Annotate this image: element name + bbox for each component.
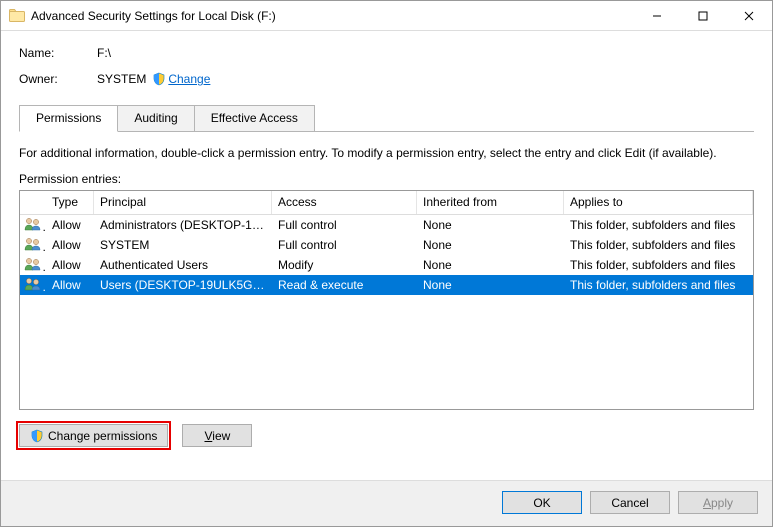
cell-principal: SYSTEM [94,238,272,252]
titlebar: Advanced Security Settings for Local Dis… [1,1,772,31]
view-button[interactable]: View [182,424,252,447]
cell-applies: This folder, subfolders and files [564,278,753,292]
cell-type: Allow [46,218,94,232]
owner-value: SYSTEM [97,72,146,86]
cell-access: Full control [272,238,417,252]
tab-effective-access[interactable]: Effective Access [194,105,315,132]
shield-icon [152,72,166,86]
cell-applies: This folder, subfolders and files [564,258,753,272]
apply-button[interactable]: Apply [678,491,758,514]
name-row: Name: F:\ [19,43,754,63]
table-header: Type Principal Access Inherited from App… [20,191,753,215]
tabs: Permissions Auditing Effective Access [19,105,754,132]
owner-row: Owner: SYSTEM Change [19,69,754,89]
window-title: Advanced Security Settings for Local Dis… [31,9,276,23]
ok-button[interactable]: OK [502,491,582,514]
cell-principal: Authenticated Users [94,258,272,272]
users-icon [24,277,42,291]
cell-inherited: None [417,258,564,272]
cell-inherited: None [417,238,564,252]
change-permissions-button[interactable]: Change permissions [19,424,168,447]
info-text: For additional information, double-click… [19,146,754,160]
tab-permissions[interactable]: Permissions [19,105,118,132]
cell-principal: Administrators (DESKTOP-19... [94,218,272,232]
minimize-button[interactable] [634,1,680,31]
change-owner-link[interactable]: Change [168,72,210,86]
maximize-button[interactable] [680,1,726,31]
folder-icon [9,8,25,24]
owner-label: Owner: [19,72,97,86]
column-inherited[interactable]: Inherited from [417,191,564,214]
table-row[interactable]: AllowSYSTEMFull controlNoneThis folder, … [20,235,753,255]
name-label: Name: [19,46,97,60]
cell-inherited: None [417,278,564,292]
dialog-footer: OK Cancel Apply [1,480,772,526]
cell-access: Read & execute [272,278,417,292]
users-icon [24,237,42,251]
cell-access: Modify [272,258,417,272]
cell-type: Allow [46,258,94,272]
cell-access: Full control [272,218,417,232]
cell-inherited: None [417,218,564,232]
users-icon [24,257,42,271]
table-row[interactable]: AllowAdministrators (DESKTOP-19...Full c… [20,215,753,235]
shield-icon [30,429,44,443]
close-button[interactable] [726,1,772,31]
tab-auditing[interactable]: Auditing [117,105,194,132]
cell-principal: Users (DESKTOP-19ULK5G\Us... [94,278,272,292]
change-permissions-label: Change permissions [48,429,157,443]
action-row: Change permissions View [19,424,754,447]
cell-applies: This folder, subfolders and files [564,218,753,232]
table-row[interactable]: AllowUsers (DESKTOP-19ULK5G\Us...Read & … [20,275,753,295]
cell-type: Allow [46,238,94,252]
cell-applies: This folder, subfolders and files [564,238,753,252]
column-type[interactable]: Type [46,191,94,214]
table-row[interactable]: AllowAuthenticated UsersModifyNoneThis f… [20,255,753,275]
entries-label: Permission entries: [19,172,754,186]
column-applies[interactable]: Applies to [564,191,753,214]
column-icon[interactable] [20,191,46,214]
users-icon [24,217,42,231]
cell-type: Allow [46,278,94,292]
permission-table: Type Principal Access Inherited from App… [19,190,754,410]
column-access[interactable]: Access [272,191,417,214]
name-value: F:\ [97,46,111,60]
column-principal[interactable]: Principal [94,191,272,214]
cancel-button[interactable]: Cancel [590,491,670,514]
